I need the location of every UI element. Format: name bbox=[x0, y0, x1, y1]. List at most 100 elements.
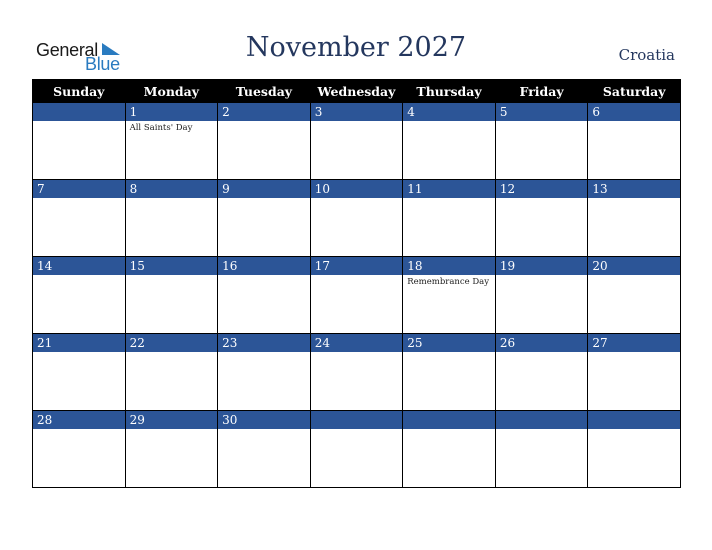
holiday-label bbox=[218, 429, 310, 431]
day-number bbox=[495, 411, 588, 429]
day-number: 28 bbox=[33, 411, 125, 429]
day-number: 18 bbox=[403, 257, 495, 275]
day-cell[interactable]: 1 All Saints' Day bbox=[124, 102, 219, 180]
day-number: 10 bbox=[310, 180, 403, 198]
day-cell[interactable]: 22 bbox=[124, 333, 219, 411]
day-number: 19 bbox=[495, 257, 588, 275]
weekday-header: Saturday bbox=[587, 79, 681, 103]
day-cell[interactable]: 13 bbox=[587, 179, 681, 257]
holiday-label bbox=[311, 275, 403, 277]
day-cell[interactable]: 19 bbox=[494, 256, 589, 334]
day-number: 5 bbox=[495, 103, 588, 121]
day-cell[interactable] bbox=[587, 410, 681, 488]
day-cell[interactable]: 25 bbox=[402, 333, 496, 411]
holiday-label bbox=[588, 198, 680, 200]
calendar-grid: Sunday Monday Tuesday Wednesday Thursday… bbox=[32, 79, 681, 488]
weekday-header: Tuesday bbox=[217, 79, 311, 103]
holiday-label bbox=[311, 352, 403, 354]
day-number: 11 bbox=[403, 180, 495, 198]
holiday-label bbox=[218, 198, 310, 200]
holiday-label bbox=[33, 275, 125, 277]
day-number: 16 bbox=[218, 257, 310, 275]
day-number: 7 bbox=[33, 180, 125, 198]
day-cell[interactable]: 4 bbox=[402, 102, 496, 180]
day-cell[interactable]: 27 bbox=[587, 333, 681, 411]
holiday-label bbox=[126, 352, 218, 354]
weekday-header-row: Sunday Monday Tuesday Wednesday Thursday… bbox=[32, 79, 681, 103]
day-cell[interactable] bbox=[402, 410, 496, 488]
day-number bbox=[588, 411, 680, 429]
day-cell[interactable]: 6 bbox=[587, 102, 681, 180]
day-cell[interactable] bbox=[32, 102, 126, 180]
holiday-label bbox=[403, 121, 495, 123]
holiday-label bbox=[403, 352, 495, 354]
holiday-label bbox=[496, 198, 588, 200]
holiday-label: All Saints' Day bbox=[129, 123, 193, 133]
holiday-label bbox=[311, 198, 403, 200]
day-number: 6 bbox=[588, 103, 680, 121]
weekday-header: Friday bbox=[494, 79, 589, 103]
holiday-label bbox=[126, 429, 218, 431]
day-number: 2 bbox=[218, 103, 310, 121]
country-label: Croatia bbox=[618, 46, 675, 64]
day-number: 9 bbox=[218, 180, 310, 198]
day-cell[interactable]: 28 bbox=[32, 410, 126, 488]
holiday-label bbox=[403, 429, 495, 431]
day-cell[interactable]: 16 bbox=[217, 256, 311, 334]
day-number: 14 bbox=[33, 257, 125, 275]
holiday-label bbox=[588, 429, 680, 431]
holiday-label bbox=[496, 275, 588, 277]
day-cell[interactable]: 14 bbox=[32, 256, 126, 334]
holiday-label bbox=[496, 352, 588, 354]
day-number: 27 bbox=[588, 334, 680, 352]
day-cell[interactable]: 3 bbox=[309, 102, 404, 180]
week-row: 21 22 23 24 25 26 27 bbox=[32, 333, 681, 411]
day-number: 1 bbox=[125, 103, 218, 121]
holiday-label bbox=[126, 275, 218, 277]
holiday-label bbox=[311, 121, 403, 123]
holiday-label bbox=[218, 121, 310, 123]
holiday-label bbox=[33, 352, 125, 354]
day-cell[interactable]: 30 bbox=[217, 410, 311, 488]
day-cell[interactable]: 20 bbox=[587, 256, 681, 334]
day-number: 22 bbox=[125, 334, 218, 352]
day-cell[interactable]: 12 bbox=[494, 179, 589, 257]
day-cell[interactable]: 2 bbox=[217, 102, 311, 180]
day-cell[interactable]: 9 bbox=[217, 179, 311, 257]
holiday-label bbox=[33, 121, 125, 123]
day-number bbox=[310, 411, 403, 429]
holiday-label: Remembrance Day bbox=[407, 277, 490, 287]
holiday-label bbox=[496, 429, 588, 431]
weekday-header: Sunday bbox=[32, 79, 126, 103]
day-cell[interactable]: 15 bbox=[124, 256, 219, 334]
week-row: 1 All Saints' Day 2 3 4 5 6 bbox=[32, 102, 681, 180]
day-cell[interactable]: 18 Remembrance Day bbox=[402, 256, 496, 334]
day-cell[interactable] bbox=[309, 410, 404, 488]
day-cell[interactable]: 10 bbox=[309, 179, 404, 257]
day-number: 3 bbox=[310, 103, 403, 121]
day-cell[interactable]: 8 bbox=[124, 179, 219, 257]
week-row: 14 15 16 17 18 Remembrance Day 19 20 bbox=[32, 256, 681, 334]
day-cell[interactable]: 11 bbox=[402, 179, 496, 257]
day-cell[interactable]: 26 bbox=[494, 333, 589, 411]
day-cell[interactable]: 21 bbox=[32, 333, 126, 411]
holiday-label bbox=[311, 429, 403, 431]
day-number: 8 bbox=[125, 180, 218, 198]
day-number: 30 bbox=[218, 411, 310, 429]
day-number: 20 bbox=[588, 257, 680, 275]
day-cell[interactable]: 5 bbox=[494, 102, 589, 180]
day-cell[interactable] bbox=[494, 410, 589, 488]
weekday-header: Wednesday bbox=[309, 79, 404, 103]
day-cell[interactable]: 7 bbox=[32, 179, 126, 257]
holiday-label bbox=[588, 121, 680, 123]
day-number: 12 bbox=[495, 180, 588, 198]
day-number: 23 bbox=[218, 334, 310, 352]
day-cell[interactable]: 24 bbox=[309, 333, 404, 411]
day-cell[interactable]: 29 bbox=[124, 410, 219, 488]
day-number: 4 bbox=[403, 103, 495, 121]
day-cell[interactable]: 23 bbox=[217, 333, 311, 411]
holiday-label bbox=[588, 352, 680, 354]
week-row: 28 29 30 bbox=[32, 410, 681, 488]
day-number: 13 bbox=[588, 180, 680, 198]
day-cell[interactable]: 17 bbox=[309, 256, 404, 334]
